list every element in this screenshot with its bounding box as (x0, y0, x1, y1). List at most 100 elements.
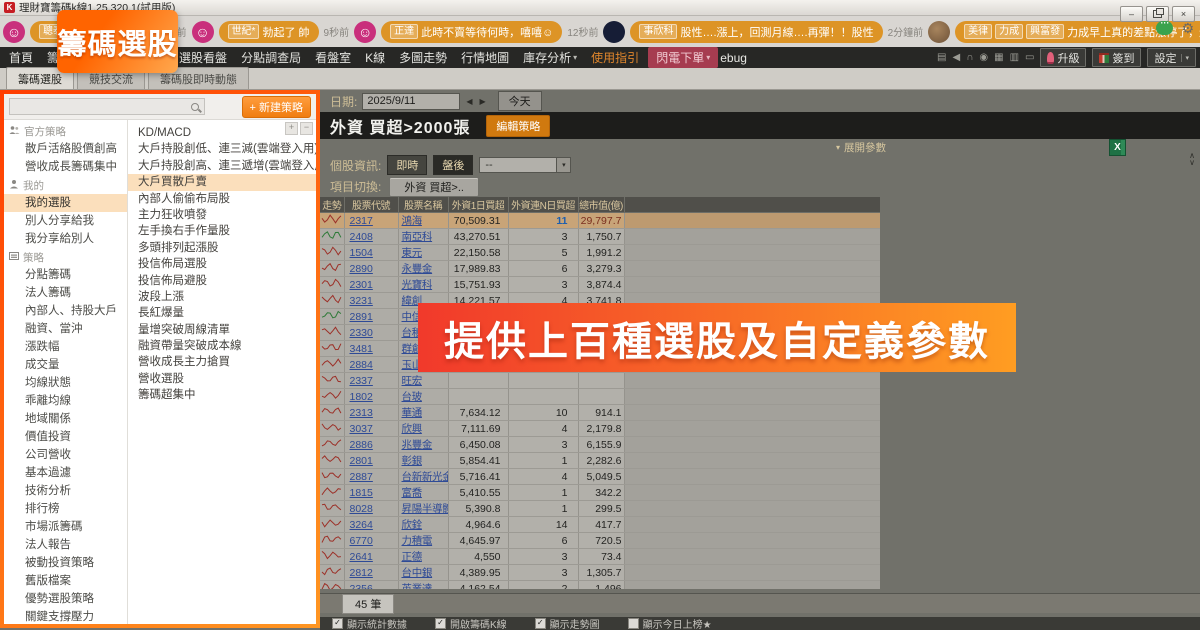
monitor-icon[interactable]: ▭ (1025, 52, 1034, 63)
date-input[interactable] (362, 93, 460, 110)
note-icon[interactable]: ▤ (937, 52, 946, 63)
sidebar-item[interactable]: 價值投資 (4, 428, 127, 446)
stock-code-link[interactable]: 3231 (350, 295, 373, 307)
stock-tag[interactable]: 事欣科 (639, 24, 677, 39)
speaker-icon[interactable]: ◀ (953, 52, 961, 63)
menu-item-8[interactable]: 多圖走勢 (392, 49, 454, 66)
table-row[interactable]: 3037欣興7,111.6942,179.8 (320, 421, 880, 437)
calc-icon[interactable]: ▥ (1010, 52, 1019, 63)
display-option[interactable]: ✓顯示走勢圖 (535, 616, 600, 630)
stock-code-link[interactable]: 2884 (350, 359, 373, 371)
strategy-item[interactable]: 融資帶量突破成本線 (128, 338, 316, 354)
stock-code-link[interactable]: 8028 (350, 503, 373, 515)
headset-icon[interactable]: ∩ (966, 52, 973, 63)
item-switch-button[interactable]: 外資 買超>.. (389, 177, 479, 197)
column-header[interactable]: 外資連N日買超 (508, 197, 578, 213)
stock-code-link[interactable]: 2890 (350, 263, 373, 275)
stock-name-link[interactable]: 台新新光金 (402, 471, 449, 483)
stock-code-link[interactable]: 2330 (350, 327, 373, 339)
strategy-item[interactable]: 投信佈局避股 (128, 273, 316, 289)
sidebar-item[interactable]: 我分享給別人 (4, 230, 127, 248)
table-row[interactable]: 2301光寶科15,751.9333,874.4 (320, 277, 880, 293)
stock-code-link[interactable]: 2887 (350, 471, 373, 483)
sidebar-item[interactable]: 技術分析 (4, 482, 127, 500)
strategy-item[interactable]: 量增突破周線清單 (128, 322, 316, 338)
dropdown-arrow-icon[interactable]: ▾ (556, 158, 570, 172)
checkbox-checked-icon[interactable]: ✓ (535, 618, 546, 629)
sidebar-item[interactable]: 別人分享給我 (4, 212, 127, 230)
upgrade-button[interactable]: 升級 (1040, 48, 1086, 67)
sidebar-item[interactable]: 分點籌碼 (4, 266, 127, 284)
stock-name-link[interactable]: 台中銀 (402, 567, 433, 579)
strategy-item[interactable]: 投信佈局選股 (128, 256, 316, 272)
display-option[interactable]: 顯示今日上榜★ (628, 616, 712, 630)
strategy-item[interactable]: 營收選股 (128, 371, 316, 387)
new-strategy-button[interactable]: + 新建策略 (242, 96, 311, 118)
minimize-button[interactable]: – (1120, 6, 1143, 22)
stock-tag[interactable]: 世紀* (228, 24, 260, 39)
stock-code-link[interactable]: 2891 (350, 311, 373, 323)
stock-code-link[interactable]: 2317 (350, 215, 373, 227)
prev-day-button[interactable]: ◀ (465, 97, 473, 106)
stock-code-link[interactable]: 2337 (350, 375, 373, 387)
stats-icon[interactable]: ▦ (994, 52, 1003, 63)
strategy-item[interactable]: 大戶持股創低、連三減(雲端登入用) (128, 141, 316, 157)
strategy-item[interactable]: 內部人偷偷布局股 (128, 191, 316, 207)
stock-name-link[interactable]: 英業達 (402, 583, 433, 589)
menu-item-5[interactable]: 分點調查局 (234, 49, 308, 66)
checkin-button[interactable]: 簽到 (1092, 48, 1141, 67)
stock-code-link[interactable]: 6770 (350, 535, 373, 547)
sidebar-item[interactable]: 關鍵支撐壓力 (4, 608, 127, 624)
stock-name-link[interactable]: 華通 (402, 407, 422, 419)
column-header[interactable]: 股票代號 (344, 197, 398, 213)
stock-name-link[interactable]: 兆豐金 (402, 439, 433, 451)
sidebar-item[interactable]: 法人籌碼 (4, 284, 127, 302)
help-icon[interactable]: ◉ (979, 52, 988, 63)
chat-message[interactable]: 正達此時不賣等待何時，嘻嘻☺ (381, 21, 562, 43)
table-row[interactable]: 2408南亞科43,270.5131,750.7 (320, 229, 880, 245)
stock-code-link[interactable]: 2886 (350, 439, 373, 451)
checkbox-checked-icon[interactable]: ✓ (435, 618, 446, 629)
display-option[interactable]: ✓顯示統計數據 (332, 616, 407, 630)
stock-tag[interactable]: 興富發 (1026, 24, 1064, 39)
sidebar-item[interactable]: 基本過濾 (4, 464, 127, 482)
stock-code-link[interactable]: 2313 (350, 407, 373, 419)
sidebar-item[interactable]: 優勢選股策略 (4, 590, 127, 608)
stock-code-link[interactable]: 2812 (350, 567, 373, 579)
strategy-item[interactable]: 多頭排列起漲股 (128, 240, 316, 256)
sidebar-item[interactable]: 散戶活絡股價創高 (4, 140, 127, 158)
sidebar-item[interactable]: 被動投資策略 (4, 554, 127, 572)
stock-name-link[interactable]: 鴻海 (402, 215, 422, 227)
display-option[interactable]: ✓開啟籌碼K線 (435, 616, 507, 630)
sidebar-item[interactable]: 我的選股 (4, 194, 127, 212)
realtime-button[interactable]: 即時 (387, 155, 427, 175)
dropdown-arrow-icon[interactable]: ▾ (1181, 54, 1189, 62)
menu-item-6[interactable]: 看盤室 (308, 49, 358, 66)
sidebar-item[interactable]: 排行榜 (4, 500, 127, 518)
menu-item-13[interactable]: ebug (720, 51, 754, 65)
stock-code-link[interactable]: 3264 (350, 519, 373, 531)
stock-name-link[interactable]: 光寶科 (402, 279, 433, 291)
stock-name-link[interactable]: 東元 (402, 247, 422, 259)
stock-code-link[interactable]: 1504 (350, 247, 373, 259)
table-row[interactable]: 1815富喬5,410.551342.2 (320, 485, 880, 501)
collapse-all-button[interactable]: − (300, 122, 313, 135)
stock-name-link[interactable]: 正德 (402, 551, 422, 563)
menu-item-12[interactable]: 閃電下單▾ (648, 47, 718, 68)
strategy-item[interactable]: 大戶持股創高、連三遞增(雲端登入用) (128, 158, 316, 174)
strategy-item[interactable]: 長紅爆量 (128, 305, 316, 321)
sidebar-item[interactable]: 融資、當沖 (4, 320, 127, 338)
sidebar-item[interactable]: 內部人、持股大戶 (4, 302, 127, 320)
strategy-item[interactable]: 大戶買散戶賣 (128, 174, 316, 190)
strategy-item[interactable]: 左手換右手作量股 (128, 223, 316, 239)
table-row[interactable]: 1802台玻 (320, 389, 880, 405)
sidebar-item[interactable]: 乖離均線 (4, 392, 127, 410)
stock-code-link[interactable]: 2408 (350, 231, 373, 243)
expand-all-button[interactable]: + (285, 122, 298, 135)
table-row[interactable]: 3264欣銓4,964.614417.7 (320, 517, 880, 533)
stock-name-link[interactable]: 欣興 (402, 423, 422, 435)
stock-name-link[interactable]: 南亞科 (402, 231, 433, 243)
sidebar-item[interactable]: 舊版檔案 (4, 572, 127, 590)
stock-code-link[interactable]: 2801 (350, 455, 373, 467)
menu-item-7[interactable]: K線 (358, 49, 392, 66)
